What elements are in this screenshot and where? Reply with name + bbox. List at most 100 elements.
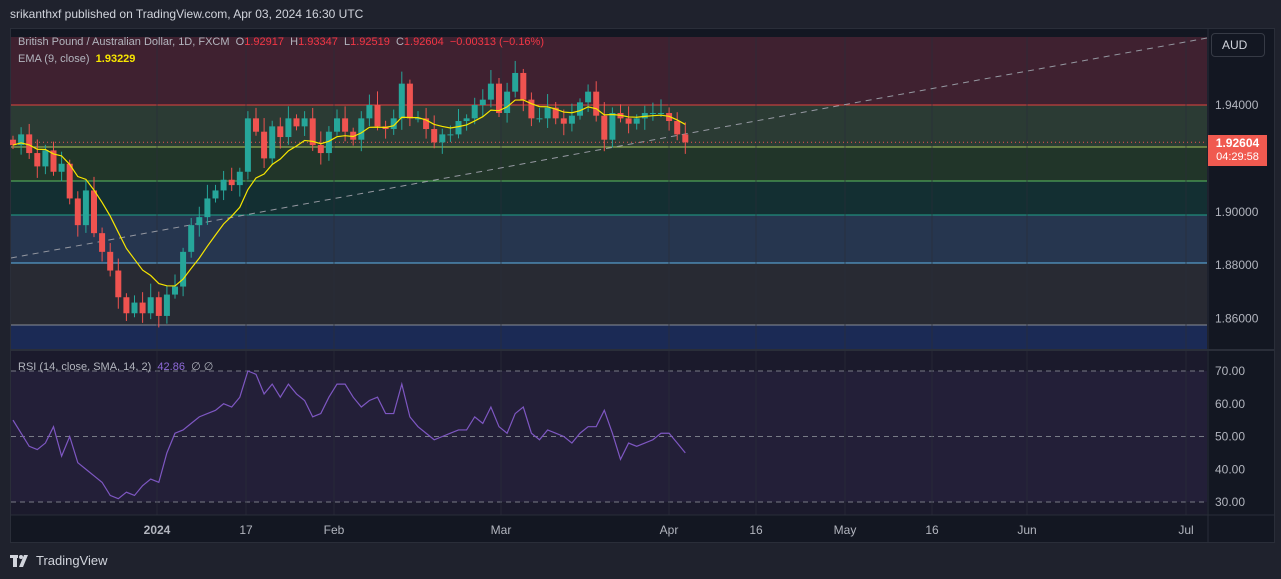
rsi-axis-tick: 40.00 — [1215, 462, 1245, 476]
fib-band-2 — [11, 147, 1207, 181]
candle-body — [301, 118, 308, 127]
candle-body — [285, 118, 292, 138]
fib-band-5 — [11, 263, 1207, 325]
candle-body — [91, 190, 97, 234]
fib-band-3 — [11, 181, 1207, 215]
candle-body — [99, 233, 106, 252]
time-axis-label: May — [834, 523, 857, 537]
candle-body — [293, 118, 300, 127]
candle-body — [107, 251, 114, 271]
ema-label: EMA (9, close) — [18, 53, 90, 65]
candle-body — [439, 134, 446, 143]
candle-body — [58, 163, 65, 172]
tradingview-logo-icon — [10, 554, 28, 567]
candle-body — [585, 91, 592, 103]
tradingview-logo[interactable]: TradingView — [10, 553, 108, 568]
ema-value: 1.93229 — [95, 53, 136, 65]
candle-body — [42, 150, 49, 167]
candle-body — [261, 131, 268, 159]
open-label: O — [235, 36, 245, 48]
candle-body — [139, 302, 146, 314]
candle-body — [633, 118, 640, 124]
candle-body — [406, 83, 413, 119]
fib-band-6 — [11, 325, 1207, 350]
candle-body — [236, 171, 243, 186]
candle-body — [520, 72, 527, 100]
candle-body — [609, 113, 616, 140]
chart-canvas[interactable]: 2024 17 Feb Mar Apr 16 May 16 Jun Jul 1.94000 1.900… — [0, 0, 1281, 579]
candle-body — [479, 99, 486, 105]
candle-body — [512, 72, 519, 92]
symbol-name: British Pound / Australian Dollar, 1D, F… — [18, 36, 230, 48]
candle-body — [601, 115, 608, 140]
rsi-axis-tick: 60.00 — [1215, 397, 1245, 411]
candle-body — [658, 113, 664, 115]
candle-body — [366, 105, 373, 119]
high-label: H — [290, 36, 299, 48]
time-axis-label: Jul — [1178, 523, 1193, 537]
candle-body — [674, 121, 681, 135]
ema-legend[interactable]: EMA (9, close) 1.93229 — [18, 53, 135, 65]
time-axis-label: 2024 — [144, 523, 171, 537]
candle-body — [334, 118, 340, 132]
rsi-axis-tick: 50.00 — [1215, 430, 1245, 444]
symbol-legend[interactable]: British Pound / Australian Dollar, 1D, F… — [18, 36, 544, 48]
candle-body — [317, 145, 324, 154]
candle-body — [172, 286, 178, 295]
bar-countdown: 04:29:58 — [1216, 151, 1259, 163]
time-axis-label: Feb — [324, 523, 345, 537]
last-price: 1.92604 — [1215, 136, 1260, 150]
rsi-label: RSI (14, close, SMA, 14, 2) — [18, 361, 152, 373]
rsi-value: 42.86 — [157, 361, 185, 373]
candle-body — [212, 190, 219, 199]
time-axis-label: 17 — [239, 523, 253, 537]
candle-body — [66, 163, 73, 199]
candle-body — [463, 118, 470, 122]
price-axis-tick: 1.94000 — [1215, 98, 1259, 112]
candle-body — [431, 129, 438, 143]
rsi-axis-tick: 30.00 — [1215, 495, 1245, 509]
candle-body — [471, 105, 478, 119]
candle-body — [204, 198, 211, 218]
candle-body — [649, 113, 656, 115]
candle-body — [131, 302, 138, 314]
high-value: 1.93347 — [298, 36, 338, 48]
candle-body — [682, 134, 689, 143]
candle-body — [568, 115, 575, 124]
candle-body — [74, 198, 81, 226]
rsi-legend[interactable]: RSI (14, close, SMA, 14, 2) 42.86 ∅ ∅ — [18, 360, 213, 373]
close-label: C — [395, 36, 404, 48]
candle-body — [196, 217, 203, 226]
last-price-label: 1.92604 04:29:58 — [1208, 135, 1267, 166]
currency-button[interactable]: AUD — [1211, 33, 1265, 57]
rsi-extra: ∅ ∅ — [191, 361, 214, 373]
candle-body — [625, 118, 632, 124]
time-axis-label: 16 — [925, 523, 939, 537]
candle-body — [277, 126, 284, 138]
candle-body — [147, 297, 154, 314]
candle-body — [487, 83, 494, 100]
candle-body — [115, 270, 122, 298]
low-value: 1.92519 — [350, 36, 390, 48]
candle-body — [358, 118, 365, 140]
candle-body — [244, 118, 251, 172]
brand-name: TradingView — [36, 553, 108, 568]
candle-body — [82, 190, 89, 226]
candle-body — [34, 153, 41, 167]
time-axis-label: Apr — [660, 523, 679, 537]
candle-body — [593, 91, 600, 116]
candle-body — [504, 91, 511, 114]
candle-body — [342, 118, 349, 132]
candle-body — [269, 126, 276, 159]
candle-body — [163, 294, 170, 316]
candle-body — [228, 179, 235, 186]
candle-body — [455, 121, 462, 135]
candle-body — [155, 297, 162, 316]
candle-body — [26, 134, 33, 154]
time-axis-label: Jun — [1017, 523, 1036, 537]
time-axis-label: 16 — [749, 523, 763, 537]
candle-body — [447, 134, 454, 136]
candle-body — [560, 118, 567, 124]
candle-body — [123, 297, 130, 314]
candle-body — [374, 105, 381, 127]
